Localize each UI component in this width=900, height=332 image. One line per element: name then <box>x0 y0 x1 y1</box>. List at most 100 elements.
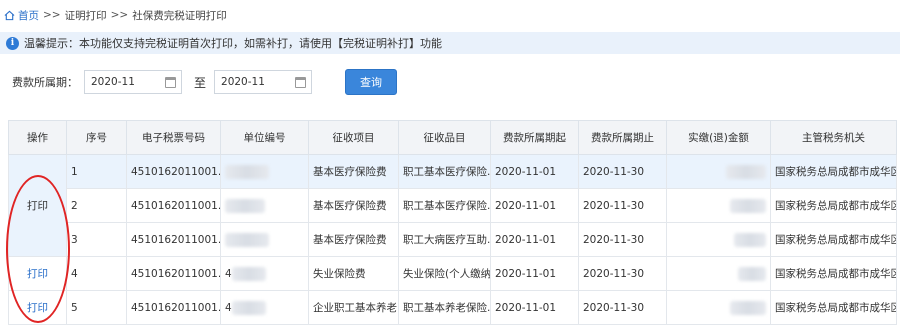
filter-bar: 费款所属期： 2020-11 至 2020-11 查询 <box>12 68 398 96</box>
seq-cell: 4 <box>66 256 127 291</box>
item-cell: 企业职工基本养老... <box>308 290 399 325</box>
print-cell: 打印 <box>8 290 67 325</box>
subitem-cell: 失业保险(个人缴纳) <box>398 256 491 291</box>
authority-cell: 国家税务总局成都市成华区... <box>770 222 897 257</box>
redacted-value <box>738 266 766 281</box>
unit-cell: 4 <box>220 256 309 291</box>
ticket-cell: 4510162011001... <box>126 188 221 223</box>
authority-cell: 国家税务总局成都市成华区... <box>770 154 897 189</box>
table-row[interactable]: 打印 1 4510162011001... 基本医疗保险费 职工基本医疗保险..… <box>8 154 897 257</box>
breadcrumb-separator: >> <box>110 9 129 21</box>
unit-cell: 4 <box>220 290 309 325</box>
item-cell: 基本医疗保险费 <box>308 154 399 189</box>
ticket-cell: 4510162011001... <box>126 256 221 291</box>
col-header: 费款所属期止 <box>578 120 667 155</box>
results-table: 操作 序号 电子税票号码 单位编号 征收项目 征收品目 费款所属期起 费款所属期… <box>8 120 897 325</box>
subitem-cell: 职工基本养老保险... <box>398 290 491 325</box>
unit-cell <box>220 154 309 189</box>
start-cell: 2020-11-01 <box>490 154 579 189</box>
amount-cell <box>666 290 771 325</box>
seq-cell: 3 <box>66 222 127 257</box>
redacted-value <box>231 300 266 315</box>
ticket-cell: 4510162011001... <box>126 154 221 189</box>
seq-cell: 5 <box>66 290 127 325</box>
item-cell: 失业保险费 <box>308 256 399 291</box>
calendar-icon[interactable] <box>295 77 307 88</box>
unit-prefix: 4 <box>225 301 232 314</box>
redacted-value <box>231 266 266 281</box>
col-header: 主管税务机关 <box>770 120 897 155</box>
home-icon <box>4 10 15 20</box>
amount-cell <box>666 222 771 257</box>
period-start-input[interactable]: 2020-11 <box>84 70 182 94</box>
range-to-label: 至 <box>194 75 207 90</box>
breadcrumb-item-current: 社保费完税证明打印 <box>132 9 227 22</box>
authority-cell: 国家税务总局成都市成华区... <box>770 290 897 325</box>
col-header: 征收品目 <box>398 120 491 155</box>
end-cell: 2020-11-30 <box>578 222 667 257</box>
redacted-value <box>225 198 265 213</box>
table-row[interactable]: 2 4510162011001... 基本医疗保险费 职工基本医疗保险... 2… <box>9 188 897 223</box>
redacted-value <box>225 164 269 179</box>
item-cell: 基本医疗保险费 <box>308 188 399 223</box>
start-cell: 2020-11-01 <box>490 188 579 223</box>
col-header: 费款所属期起 <box>490 120 579 155</box>
unit-prefix: 4 <box>225 267 232 280</box>
print-link[interactable]: 打印 <box>27 268 48 280</box>
subitem-cell: 职工大病医疗互助... <box>398 222 491 257</box>
col-header: 单位编号 <box>220 120 309 155</box>
notice-bar: i 温馨提示：本功能仅支持完税证明首次打印，如需补打，请使用【完税证明补打】功能 <box>0 32 900 54</box>
end-cell: 2020-11-30 <box>578 290 667 325</box>
subitem-cell: 职工基本医疗保险... <box>398 154 491 189</box>
info-icon: i <box>6 36 19 50</box>
ticket-cell: 4510162011001... <box>126 222 221 257</box>
notice-text: 温馨提示：本功能仅支持完税证明首次打印，如需补打，请使用【完税证明补打】功能 <box>24 37 442 50</box>
start-cell: 2020-11-01 <box>490 256 579 291</box>
seq-cell: 1 <box>66 154 127 189</box>
period-label: 费款所属期： <box>12 76 78 89</box>
print-label: 打印 <box>27 200 48 212</box>
end-cell: 2020-11-30 <box>578 154 667 189</box>
subitem-cell: 职工基本医疗保险... <box>398 188 491 223</box>
table-row[interactable]: 打印 4 4510162011001... 4 失业保险费 失业保险(个人缴纳)… <box>8 256 897 291</box>
authority-cell: 国家税务总局成都市成华区... <box>770 188 897 223</box>
print-cell-merged: 打印 <box>8 154 67 257</box>
col-header: 序号 <box>66 120 127 155</box>
col-header: 征收项目 <box>308 120 399 155</box>
end-cell: 2020-11-30 <box>578 256 667 291</box>
ticket-cell: 4510162011001... <box>126 290 221 325</box>
start-cell: 2020-11-01 <box>490 290 579 325</box>
breadcrumb-item-cert-print[interactable]: 证明打印 <box>65 8 107 23</box>
calendar-icon[interactable] <box>165 77 176 88</box>
unit-cell <box>220 222 309 257</box>
col-header: 操作 <box>8 120 67 155</box>
period-start-value: 2020-11 <box>91 76 135 88</box>
table-row[interactable]: 3 4510162011001... 基本医疗保险费 职工大病医疗互助... 2… <box>9 222 897 257</box>
col-header: 实缴(退)金额 <box>666 120 771 155</box>
unit-cell <box>220 188 309 223</box>
period-end-value: 2020-11 <box>221 76 265 88</box>
redacted-value <box>734 232 766 247</box>
redacted-value <box>726 164 766 179</box>
end-cell: 2020-11-30 <box>578 188 667 223</box>
amount-cell <box>666 188 771 223</box>
start-cell: 2020-11-01 <box>490 222 579 257</box>
query-button[interactable]: 查询 <box>345 69 398 95</box>
print-cell: 打印 <box>8 256 67 291</box>
seq-cell: 2 <box>66 188 127 223</box>
breadcrumb-separator: >> <box>43 9 61 21</box>
amount-cell <box>666 256 771 291</box>
item-cell: 基本医疗保险费 <box>308 222 399 257</box>
authority-cell: 国家税务总局成都市成华区... <box>770 256 897 291</box>
table-row[interactable]: 打印 5 4510162011001... 4 企业职工基本养老... 职工基本… <box>8 290 897 325</box>
col-header: 电子税票号码 <box>126 120 221 155</box>
redacted-value <box>730 198 766 213</box>
amount-cell <box>666 154 771 189</box>
breadcrumb: 首页 >> 证明打印 >> 社保费完税证明打印 <box>0 0 900 30</box>
period-end-input[interactable]: 2020-11 <box>214 70 313 94</box>
print-link[interactable]: 打印 <box>27 302 48 314</box>
breadcrumb-home-link[interactable]: 首页 <box>18 8 39 23</box>
redacted-value <box>730 300 766 315</box>
table-header-row: 操作 序号 电子税票号码 单位编号 征收项目 征收品目 费款所属期起 费款所属期… <box>8 120 897 155</box>
redacted-value <box>225 232 269 247</box>
